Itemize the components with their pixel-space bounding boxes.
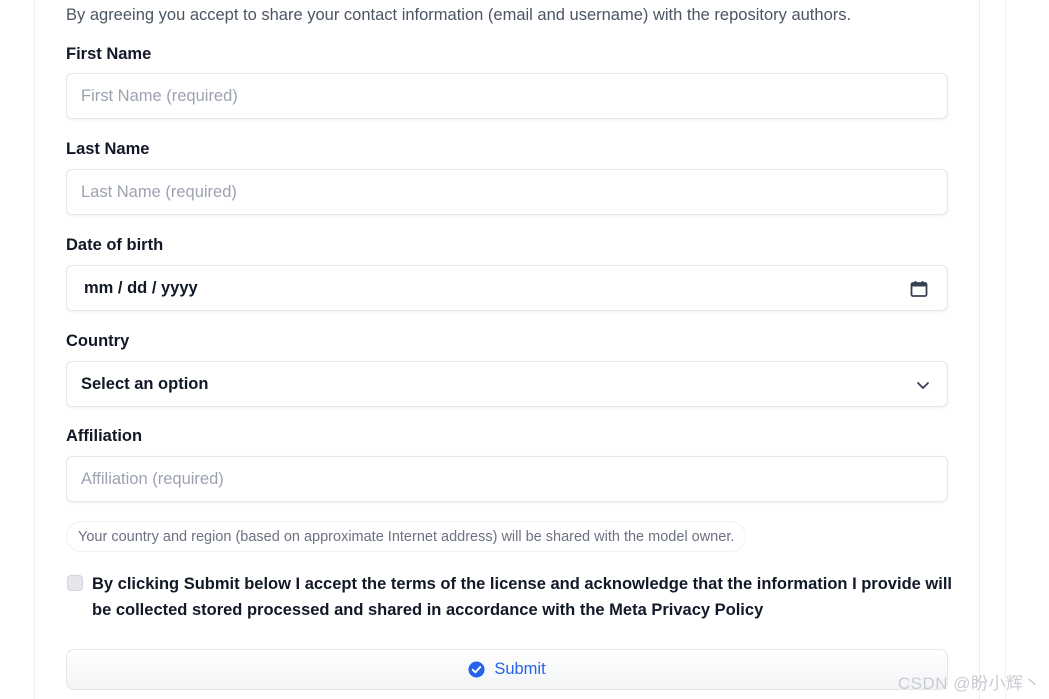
affiliation-field-wrapper (66, 456, 948, 502)
accept-terms-checkbox[interactable] (67, 575, 83, 591)
first-name-input[interactable] (67, 74, 947, 118)
first-name-label: First Name (66, 45, 152, 63)
last-name-label: Last Name (66, 140, 150, 158)
first-name-field-wrapper (66, 73, 948, 119)
calendar-icon[interactable] (909, 279, 929, 299)
accept-terms-text: By clicking Submit below I accept the te… (92, 575, 952, 619)
date-format-text: mm / dd / yyyy (84, 278, 198, 297)
country-label: Country (66, 332, 130, 350)
country-selected-value: Select an option (81, 374, 209, 393)
page: By agreeing you accept to share your con… (0, 0, 1049, 699)
watermark-text: CSDN @盼小辉丶 (897, 674, 1041, 693)
check-circle-icon (468, 661, 485, 678)
last-name-input[interactable] (67, 170, 947, 214)
location-sharing-notice: Your country and region (based on approx… (66, 521, 747, 552)
consent-intro-text: By agreeing you accept to share your con… (66, 6, 852, 24)
side-divider (1005, 0, 1006, 699)
country-select[interactable]: Select an option (66, 361, 948, 407)
affiliation-input[interactable] (67, 457, 947, 501)
chevron-down-icon (917, 382, 929, 389)
date-of-birth-input[interactable]: mm / dd / yyyy (66, 265, 948, 311)
last-name-field-wrapper (66, 169, 948, 215)
date-of-birth-label: Date of birth (66, 236, 164, 254)
submit-button-label: Submit (494, 660, 546, 678)
submit-button[interactable]: Submit (66, 649, 948, 690)
affiliation-label: Affiliation (66, 427, 143, 445)
